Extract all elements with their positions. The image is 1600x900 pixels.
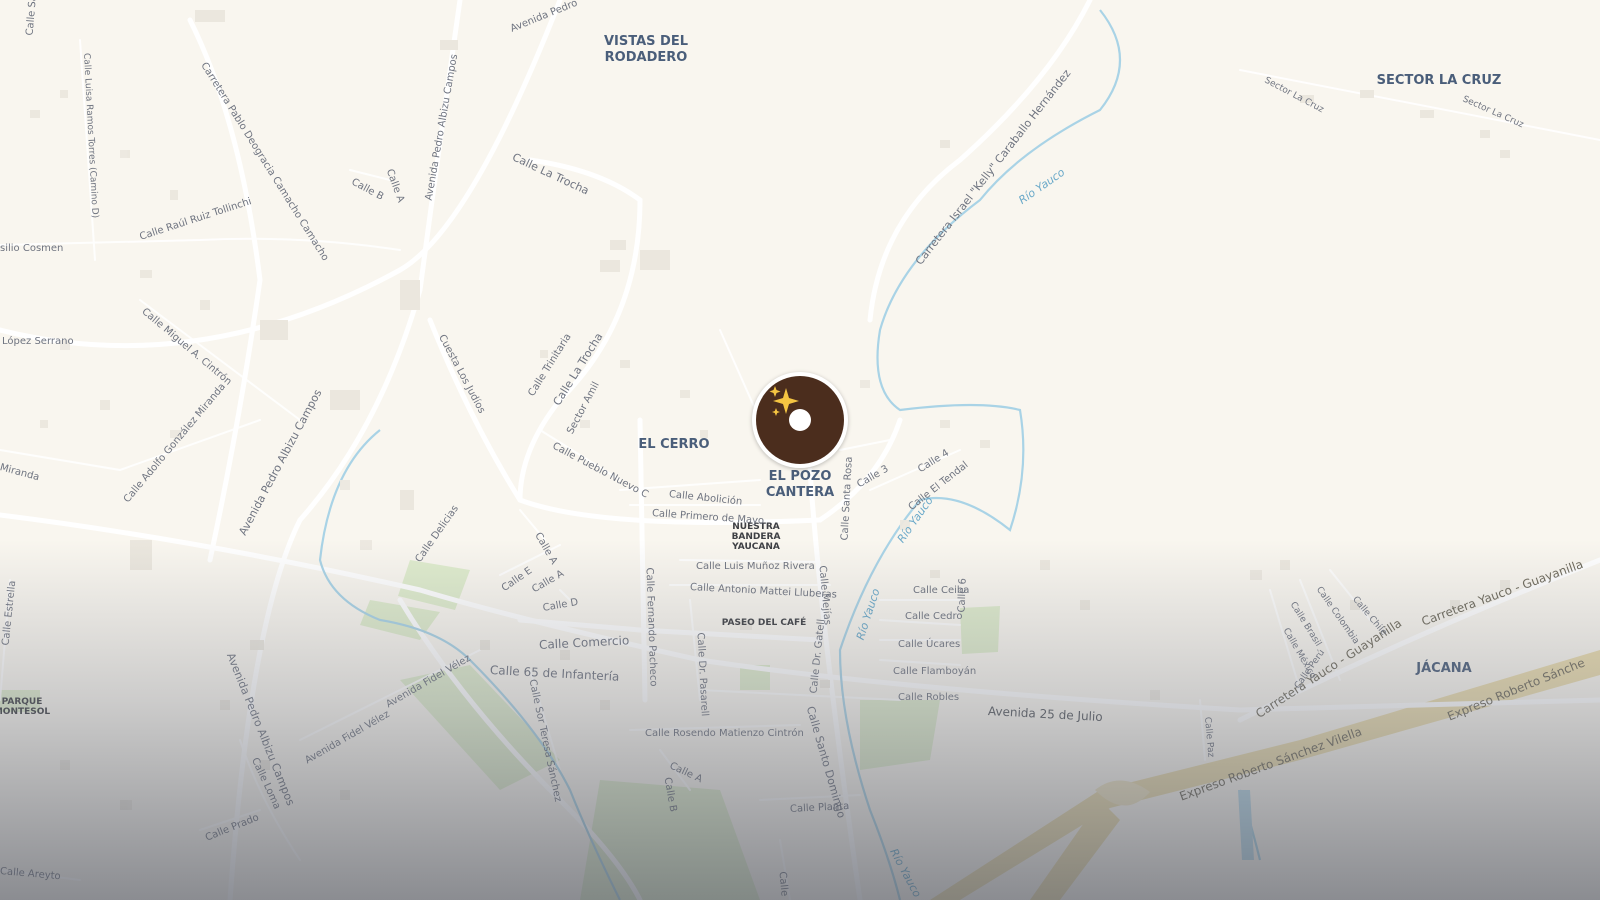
street-label: Calle Luis Muñoz Rivera	[696, 561, 815, 572]
street-label: Calle Cedro	[905, 611, 963, 622]
marker-body	[756, 376, 844, 464]
map-canvas[interactable]: VISTAS DEL RODADERO SECTOR LA CRUZ EL CER…	[0, 0, 1600, 900]
street-label: Calle Rosendo Matienzo Cintrón	[645, 728, 804, 739]
area-label-montesol: PARQUEMONTESOL	[0, 697, 51, 717]
area-label-paseo: PASEO DEL CAFÉ	[721, 618, 807, 628]
area-label-vistas: VISTAS DEL RODADERO	[603, 34, 689, 65]
area-label-el-cerro: EL CERRO	[638, 437, 710, 452]
area-label-bandera: NUESTRA BANDERA YAUCANA	[731, 522, 781, 552]
area-label-el-pozo: EL POZO CANTERA	[765, 469, 835, 500]
marker-center	[789, 409, 811, 431]
street-label: silio Cosmen	[0, 243, 64, 254]
area-label-jacana: JÁCANA	[1416, 661, 1472, 676]
street-label: Calle Robles	[898, 692, 960, 703]
location-marker[interactable]	[752, 372, 848, 468]
street-label: Calle 6	[956, 577, 969, 613]
street-label: Calle Úcares	[898, 639, 961, 650]
street-label: Calle Flamboyán	[893, 666, 977, 677]
street-label: López Serrano	[2, 336, 74, 347]
area-label-sector-la-cruz: SECTOR LA CRUZ	[1376, 73, 1502, 88]
